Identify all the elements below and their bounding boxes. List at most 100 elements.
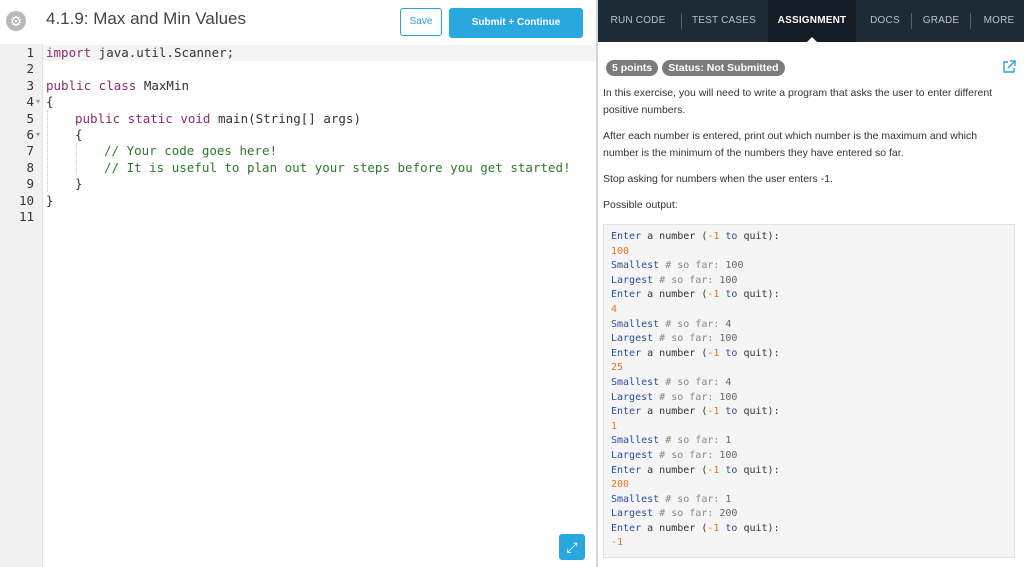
output-text: quit): bbox=[737, 231, 780, 242]
output-keyword: Enter bbox=[611, 347, 642, 359]
code-line: { bbox=[46, 94, 54, 110]
output-value: 200 bbox=[719, 508, 738, 520]
output-line: Largest # so far: 100 bbox=[611, 332, 1007, 347]
exercise-title: 4.1.9: Max and Min Values bbox=[46, 9, 247, 28]
output-keyword: Smallest bbox=[611, 493, 660, 505]
output-user-input: 1 bbox=[611, 420, 618, 432]
code-line: import java.util.Scanner; bbox=[46, 45, 234, 61]
gear-icon[interactable]: ⚙ bbox=[6, 11, 26, 31]
output-keyword: to bbox=[719, 406, 738, 418]
line-number: 3 bbox=[26, 77, 34, 93]
output-keyword: Largest bbox=[611, 274, 654, 286]
tab-separator bbox=[681, 13, 682, 29]
save-button[interactable]: Save bbox=[400, 8, 442, 36]
points-badge: 5 points bbox=[606, 60, 659, 76]
output-text: quit): bbox=[737, 347, 780, 359]
tab-separator bbox=[970, 13, 971, 29]
output-number: -1 bbox=[707, 347, 720, 359]
output-value: 1 bbox=[725, 435, 732, 447]
status-badge: Status: Not Submitted bbox=[662, 60, 785, 76]
output-value: 100 bbox=[719, 391, 738, 403]
output-keyword: Smallest bbox=[611, 376, 660, 388]
code-comment: // Your code goes here! bbox=[104, 143, 278, 159]
fold-toggle-icon[interactable]: ▾ bbox=[36, 97, 40, 106]
instructions-paragraph: Possible output: bbox=[603, 199, 678, 211]
output-number: -1 bbox=[707, 231, 720, 242]
tab-run-code[interactable]: RUN CODE bbox=[598, 0, 678, 42]
output-user-input: 4 bbox=[611, 303, 618, 315]
output-line: Largest # so far: 200 bbox=[611, 507, 1007, 522]
output-keyword: Smallest bbox=[611, 260, 660, 272]
output-text: # so far: bbox=[659, 493, 726, 505]
tab-docs[interactable]: DOCS bbox=[860, 0, 910, 42]
line-gutter: 1 2 3 4 ▾ 5 6 ▾ 7 8 9 10 11 bbox=[0, 44, 43, 567]
output-line: Enter a number (-1 to quit): bbox=[611, 405, 1007, 420]
output-keyword: to bbox=[719, 289, 738, 301]
line-number: 9 bbox=[26, 176, 34, 192]
instructions-paragraph: In this exercise, you will need to write… bbox=[603, 87, 993, 116]
output-keyword: Enter bbox=[611, 289, 642, 301]
code-text: MaxMin bbox=[136, 77, 189, 93]
output-line: Smallest # so far: 100 bbox=[611, 259, 1007, 274]
line-number: 11 bbox=[18, 209, 34, 224]
output-text: a number ( bbox=[641, 522, 708, 534]
fold-toggle-icon[interactable]: ▾ bbox=[36, 130, 40, 139]
output-keyword: Enter bbox=[611, 231, 642, 242]
line-number: 1 bbox=[26, 45, 34, 60]
output-text: quit): bbox=[737, 522, 780, 534]
panel-tabs: RUN CODE TEST CASES ASSIGNMENT DOCS GRAD… bbox=[598, 0, 1024, 42]
output-keyword: Largest bbox=[611, 391, 654, 403]
output-line: 25 bbox=[611, 361, 1007, 376]
external-link-icon[interactable] bbox=[1002, 60, 1016, 74]
output-line: Largest # so far: 100 bbox=[611, 449, 1007, 464]
output-line: 100 bbox=[611, 245, 1007, 260]
indent-guide bbox=[47, 110, 48, 192]
output-user-input: 25 bbox=[611, 362, 624, 374]
output-text: # so far: bbox=[653, 391, 720, 403]
output-line: Smallest # so far: 1 bbox=[611, 434, 1007, 449]
expand-icon[interactable]: ⤢ bbox=[559, 534, 585, 560]
output-line: Enter a number (-1 to quit): bbox=[611, 522, 1007, 537]
tab-grade[interactable]: GRADE bbox=[914, 0, 968, 42]
output-line: Largest # so far: 100 bbox=[611, 274, 1007, 289]
code-line: } bbox=[46, 192, 54, 208]
output-keyword: Enter bbox=[611, 522, 642, 534]
output-number: -1 bbox=[707, 289, 720, 301]
output-keyword: Enter bbox=[611, 464, 642, 476]
output-keyword: Largest bbox=[611, 449, 654, 461]
output-text: a number ( bbox=[641, 231, 708, 242]
output-value: 100 bbox=[725, 260, 744, 272]
output-value: 100 bbox=[719, 333, 738, 345]
sample-output-block: Enter a number (-1 to quit): 100 Smallest … bbox=[603, 224, 1015, 558]
code-editor[interactable]: 1 2 3 4 ▾ 5 6 ▾ 7 8 9 10 11 import java.… bbox=[0, 44, 596, 567]
submit-continue-button[interactable]: Submit + Continue bbox=[449, 8, 583, 38]
tab-more[interactable]: MORE bbox=[974, 0, 1024, 42]
output-text: # so far: bbox=[653, 508, 720, 520]
output-text: # so far: bbox=[659, 435, 726, 447]
output-keyword: Smallest bbox=[611, 435, 660, 447]
tab-test-cases[interactable]: TEST CASES bbox=[684, 0, 764, 42]
output-line: Smallest # so far: 1 bbox=[611, 493, 1007, 508]
output-text: a number ( bbox=[641, 289, 708, 301]
output-user-input: -1 bbox=[611, 537, 624, 549]
output-keyword: to bbox=[719, 522, 738, 534]
code-line: { bbox=[75, 127, 83, 142]
line-number: 10 bbox=[18, 192, 34, 208]
code-comment: // It is useful to plan out your steps b… bbox=[104, 159, 571, 175]
output-line: 4 bbox=[611, 303, 1007, 318]
output-line: Enter a number (-1 to quit): bbox=[611, 464, 1007, 479]
output-text: quit): bbox=[737, 464, 780, 476]
output-keyword: Smallest bbox=[611, 318, 660, 330]
instructions-paragraph: Stop asking for numbers when the user en… bbox=[603, 173, 833, 185]
output-line: Enter a number (-1 to quit): bbox=[611, 230, 1007, 245]
output-line: Smallest # so far: 4 bbox=[611, 376, 1007, 391]
output-text: # so far: bbox=[653, 333, 720, 345]
output-text: a number ( bbox=[641, 347, 708, 359]
output-keyword: Largest bbox=[611, 508, 654, 520]
tab-assignment[interactable]: ASSIGNMENT bbox=[768, 0, 856, 42]
output-value: 4 bbox=[725, 376, 732, 388]
line-number: 8 bbox=[26, 159, 34, 175]
output-line: Smallest # so far: 4 bbox=[611, 318, 1007, 333]
output-keyword: Largest bbox=[611, 333, 654, 345]
code-line: public class MaxMin bbox=[46, 78, 189, 94]
